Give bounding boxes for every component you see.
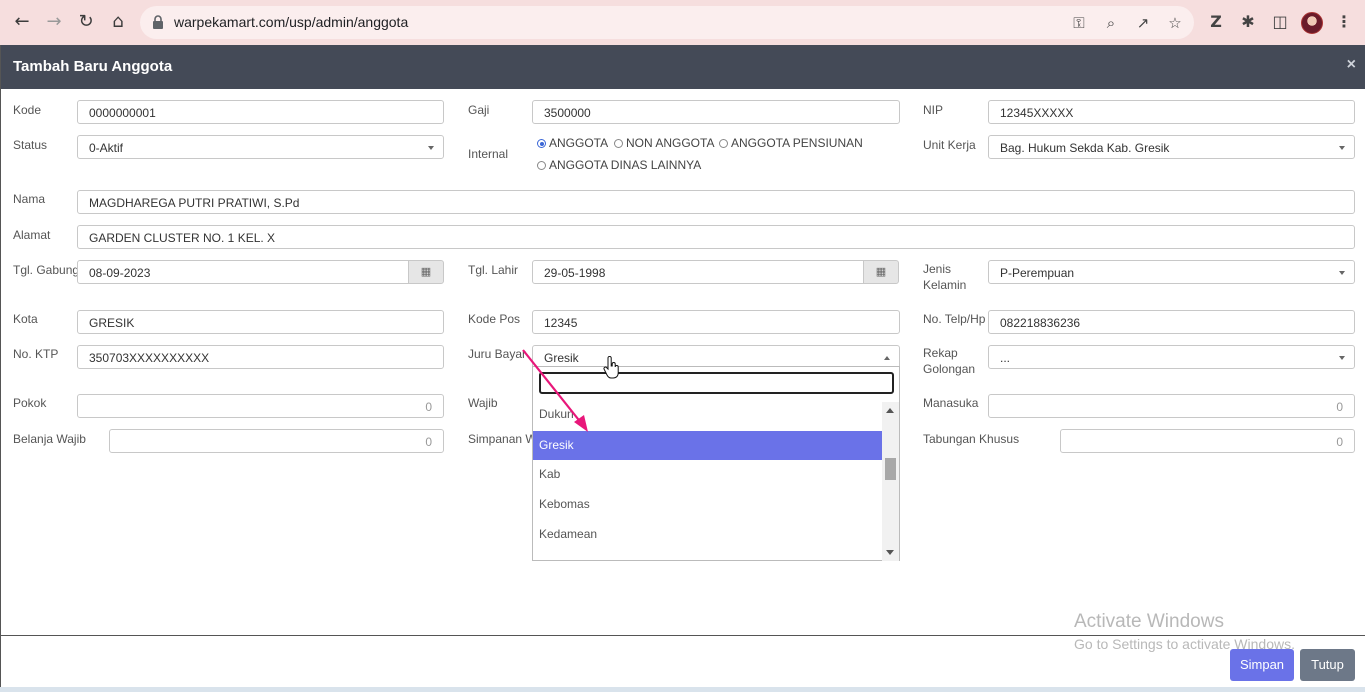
tgl-lahir-label: Tgl. Lahir — [468, 263, 519, 277]
lock-icon — [153, 15, 163, 29]
telp-input[interactable]: 082218836236 — [988, 310, 1355, 334]
chevron-down-icon — [1339, 356, 1345, 360]
radio-non-anggota-label: NON ANGGOTA — [626, 136, 715, 150]
close-button[interactable]: Tutup — [1300, 649, 1355, 681]
belanja-wajib-input[interactable]: 0 — [109, 429, 444, 453]
save-button[interactable]: Simpan — [1230, 649, 1294, 681]
alamat-input[interactable]: GARDEN CLUSTER NO. 1 KEL. X — [77, 225, 1355, 249]
belanja-wajib-label: Belanja Wajib — [13, 432, 86, 446]
wajib-label: Wajib — [468, 396, 498, 410]
tgl-gabung-input[interactable]: 08-09-2023 — [77, 260, 409, 284]
nip-input[interactable]: 12345XXXXX — [988, 100, 1355, 124]
tabungan-khusus-input[interactable]: 0 — [1060, 429, 1355, 453]
puzzle-extensions-icon[interactable]: ✱ — [1237, 11, 1259, 33]
ktp-input[interactable]: 350703XXXXXXXXXX — [77, 345, 444, 369]
calendar-icon[interactable]: ▦ — [863, 260, 899, 284]
unit-kerja-select[interactable]: Bag. Hukum Sekda Kab. Gresik — [988, 135, 1355, 159]
nip-label: NIP — [923, 103, 944, 117]
telp-label: No. Telp/Hp — [923, 312, 986, 326]
side-panel-icon[interactable]: ◫ — [1269, 11, 1291, 33]
gaji-input[interactable]: 3500000 — [532, 100, 900, 124]
rekap-golongan-label-line2: Golongan — [923, 362, 976, 376]
rekap-golongan-select[interactable]: ... — [988, 345, 1355, 369]
share-icon[interactable]: ↗ — [1133, 13, 1153, 33]
chevron-up-icon — [884, 356, 890, 360]
tgl-gabung-label: Tgl. Gabung — [13, 263, 80, 277]
close-icon[interactable]: × — [1347, 56, 1356, 74]
forward-icon[interactable]: → — [43, 11, 65, 33]
jenis-kelamin-value: P-Perempuan — [1000, 266, 1075, 280]
chevron-down-icon — [428, 146, 434, 150]
radio-anggota[interactable]: ANGGOTA — [537, 136, 608, 150]
hand-cursor-icon — [603, 356, 619, 379]
zoom-icon[interactable]: ⌕ — [1101, 13, 1121, 33]
add-member-modal: Tambah Baru Anggota × Kode 0000000001 Ga… — [0, 45, 1365, 692]
pokok-label: Pokok — [13, 396, 47, 410]
status-label: Status — [13, 138, 48, 152]
unit-kerja-label: Unit Kerja — [923, 138, 976, 152]
back-icon[interactable]: ← — [11, 11, 33, 33]
pokok-input[interactable]: 0 — [77, 394, 444, 418]
kode-pos-input[interactable]: 12345 — [532, 310, 900, 334]
jenis-kelamin-select[interactable]: P-Perempuan — [988, 260, 1355, 284]
z-extension-icon[interactable]: Z — [1205, 11, 1227, 33]
dropdown-option[interactable]: Kab — [533, 460, 882, 489]
kota-input[interactable]: GRESIK — [77, 310, 444, 334]
radio-anggota-dinas-lainnya[interactable]: ANGGOTA DINAS LAINNYA — [537, 158, 701, 172]
tabungan-khusus-label: Tabungan Khusus — [923, 432, 1020, 446]
modal-title: Tambah Baru Anggota — [13, 58, 173, 75]
alamat-label: Alamat — [13, 228, 51, 242]
tgl-lahir-input[interactable]: 29-05-1998 — [532, 260, 864, 284]
radio-unchecked-icon — [614, 139, 623, 148]
internal-label: Internal — [468, 147, 509, 161]
radio-unchecked-icon — [719, 139, 728, 148]
activate-windows-title: Activate Windows — [1074, 611, 1224, 632]
chevron-down-icon — [1339, 146, 1345, 150]
unit-kerja-value: Bag. Hukum Sekda Kab. Gresik — [1000, 141, 1170, 155]
home-icon[interactable]: ⌂ — [107, 11, 129, 33]
dropdown-option[interactable]: Kedamean — [533, 520, 882, 549]
reload-icon[interactable]: ↻ — [75, 11, 97, 33]
dropdown-scrollbar[interactable] — [882, 402, 899, 561]
kota-label: Kota — [13, 312, 38, 326]
scroll-up-icon[interactable] — [886, 408, 894, 413]
rekap-golongan-label-line1: Rekap — [923, 346, 958, 360]
radio-non-anggota[interactable]: NON ANGGOTA — [614, 136, 714, 150]
ktp-label: No. KTP — [13, 347, 59, 361]
menu-kebab-icon[interactable]: ⋮ — [1333, 11, 1355, 33]
radio-unchecked-icon — [537, 161, 546, 170]
radio-anggota-label: ANGGOTA — [549, 136, 609, 150]
dropdown-option[interactable]: Kebomas — [533, 490, 882, 519]
radio-anggota-pensiunan-label: ANGGOTA PENSIUNAN — [731, 136, 863, 150]
kode-input[interactable]: 0000000001 — [77, 100, 444, 124]
bookmark-star-icon[interactable]: ☆ — [1165, 13, 1185, 33]
status-value: 0-Aktif — [89, 141, 124, 155]
status-select[interactable]: 0-Aktif — [77, 135, 444, 159]
address-bar[interactable]: warpekamart.com/usp/admin/anggota ⚿ ⌕ ↗ … — [140, 6, 1194, 39]
nama-label: Nama — [13, 192, 46, 206]
url-text[interactable]: warpekamart.com/usp/admin/anggota — [174, 14, 408, 30]
jenis-kelamin-label-line2: Kelamin — [923, 278, 967, 292]
manasuka-label: Manasuka — [923, 396, 979, 410]
calendar-icon[interactable]: ▦ — [408, 260, 444, 284]
gaji-label: Gaji — [468, 103, 490, 117]
kode-label: Kode — [13, 103, 42, 117]
taskbar-edge — [0, 687, 1365, 692]
manasuka-input[interactable]: 0 — [988, 394, 1355, 418]
rekap-golongan-value: ... — [1000, 351, 1011, 365]
radio-anggota-dinas-lainnya-label: ANGGOTA DINAS LAINNYA — [549, 158, 702, 172]
kode-pos-label: Kode Pos — [468, 312, 521, 326]
profile-avatar[interactable] — [1301, 12, 1323, 34]
scroll-down-icon[interactable] — [886, 550, 894, 555]
browser-toolbar: ← → ↻ ⌂ warpekamart.com/usp/admin/anggot… — [0, 0, 1365, 45]
chevron-down-icon — [1339, 271, 1345, 275]
radio-anggota-pensiunan[interactable]: ANGGOTA PENSIUNAN — [719, 136, 863, 150]
radio-checked-icon — [537, 139, 546, 148]
scroll-thumb[interactable] — [885, 458, 896, 480]
key-icon[interactable]: ⚿ — [1069, 13, 1089, 33]
nama-input[interactable]: MAGDHAREGA PUTRI PRATIWI, S.Pd — [77, 190, 1355, 214]
jenis-kelamin-label-line1: Jenis — [923, 262, 952, 276]
modal-header: Tambah Baru Anggota × — [1, 45, 1365, 89]
